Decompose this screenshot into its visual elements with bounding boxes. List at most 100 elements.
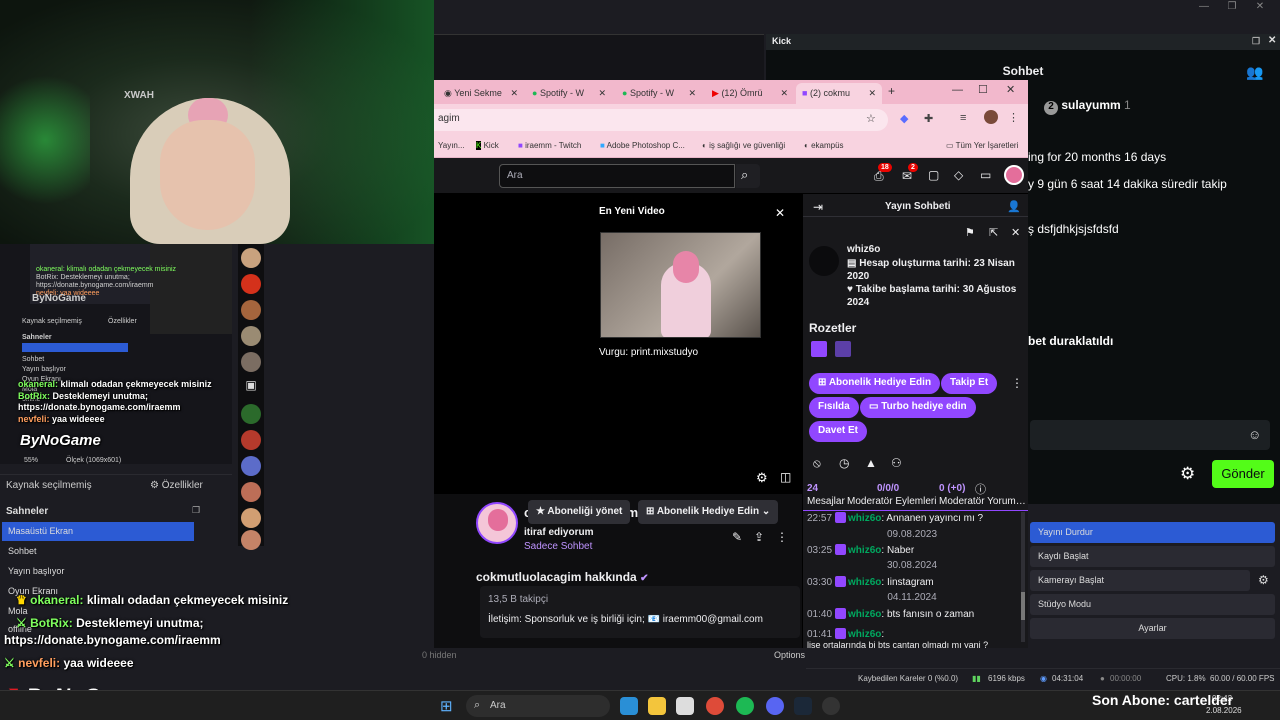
whisper-button[interactable]: Fısılda — [809, 397, 859, 418]
followed-avatar[interactable] — [241, 274, 261, 294]
more-icon[interactable]: ⋮ — [776, 530, 788, 544]
stream-category[interactable]: Sadece Sohbet — [524, 541, 592, 552]
minimize-icon[interactable]: — — [952, 84, 963, 96]
address-bar[interactable]: agim ☆ — [434, 109, 888, 131]
close-icon[interactable]: ✕ — [1268, 35, 1276, 46]
tab-spotify-2[interactable]: ● Spotify - W ✕ — [616, 83, 702, 104]
emoji-icon[interactable]: ☺ — [1248, 427, 1261, 442]
steam-icon[interactable] — [794, 697, 812, 715]
add-mod-icon[interactable]: ⚇ — [891, 456, 902, 470]
followed-avatar[interactable] — [241, 482, 261, 502]
kick-chat-input[interactable]: ☺ — [1030, 420, 1270, 450]
tab-messages[interactable]: Mesajlar — [807, 496, 845, 507]
bookmark-kick[interactable]: K Kick — [476, 141, 499, 150]
bookmark-yayin[interactable]: Yayın... — [438, 141, 465, 150]
options-button[interactable]: Options — [774, 650, 805, 660]
followed-avatar[interactable] — [241, 248, 261, 268]
maximize-icon[interactable]: ☐ — [978, 83, 988, 96]
discord-icon[interactable] — [766, 697, 784, 715]
highlight-title[interactable]: Vurgu: print.mixstudyo — [599, 347, 698, 358]
profile-avatar[interactable] — [984, 110, 998, 124]
tab-youtube[interactable]: ▶ (12) Ömrü ✕ — [706, 83, 794, 104]
start-recording-button[interactable]: Kaydı Başlat — [1030, 546, 1275, 567]
chat-scrollbar[interactable] — [1021, 512, 1025, 642]
studio-mode-button[interactable]: Stüdyo Modu — [1030, 594, 1275, 615]
menu-icon[interactable]: ⋮ — [1008, 111, 1019, 124]
store-icon[interactable] — [676, 697, 694, 715]
user-avatar[interactable] — [1004, 165, 1024, 185]
info-icon[interactable]: ⓘ — [975, 481, 986, 497]
theater-mode-icon[interactable]: ◫ — [780, 470, 791, 484]
maximize-icon[interactable]: ❐ — [1222, 1, 1242, 15]
kick-settings-icon[interactable]: ⚙ — [1180, 464, 1200, 484]
card-more-icon[interactable]: ⋮ — [1011, 376, 1023, 390]
float-icon[interactable]: ❐ — [1252, 36, 1260, 47]
scene-item-yayin-basliyor[interactable]: Yayın başlıyor — [2, 562, 194, 581]
bookmark-photoshop[interactable]: ■ Adobe Photoshop C... — [600, 141, 685, 150]
turbo-gift-button[interactable]: ▭ Turbo hediye edin — [860, 397, 976, 418]
card-gift-sub-button[interactable]: ⊞ Abonelik Hediye Edin — [809, 373, 941, 394]
start-camera-button[interactable]: Kamerayı Başlat — [1030, 570, 1250, 591]
bookmark-twitch[interactable]: ■ iraemm - Twitch — [518, 141, 581, 150]
tab-mod-actions[interactable]: Moderatör Eylemleri — [847, 496, 937, 507]
popout-icon[interactable]: ⇱ — [989, 226, 998, 239]
card-follow-button[interactable]: Takip Et — [941, 373, 998, 394]
star-icon[interactable]: ☆ — [866, 112, 876, 125]
prime-icon[interactable]: ▭ — [980, 168, 991, 182]
sub-badge-icon[interactable] — [835, 341, 851, 357]
message-user[interactable]: whiz6o — [848, 609, 881, 620]
scene-item-sohbet[interactable]: Sohbet — [2, 542, 194, 561]
tab-mod-comments[interactable]: Moderatör Yorumları — [939, 496, 1027, 507]
close-tab-icon[interactable]: ✕ — [598, 88, 606, 99]
puzzle-icon[interactable]: ✚ — [924, 112, 933, 125]
taskbar-search[interactable]: ⌕ Ara — [466, 695, 610, 717]
share-icon[interactable]: ⇪ — [754, 530, 764, 544]
latest-video-thumbnail[interactable] — [600, 232, 761, 338]
edit-icon[interactable]: ✎ — [732, 530, 742, 544]
crown-drop-icon[interactable]: ◇ — [954, 168, 963, 182]
invite-button[interactable]: Davet Et — [809, 421, 868, 442]
bookmark-all[interactable]: ▭ Tüm Yer İşaretleri — [946, 141, 1018, 150]
chat-users-icon[interactable]: 👤 — [1007, 200, 1021, 213]
followed-avatar[interactable] — [241, 300, 261, 320]
file-explorer-icon[interactable] — [648, 697, 666, 715]
followed-avatar[interactable] — [241, 430, 261, 450]
message-user[interactable]: whiz6o — [848, 629, 881, 640]
tab-spotify-1[interactable]: ● Spotify - W ✕ — [526, 83, 612, 104]
card-username[interactable]: whiz6o — [847, 244, 880, 255]
extension-icon[interactable]: ◆ — [900, 112, 908, 125]
close-tab-icon[interactable]: ✕ — [688, 88, 696, 99]
twitch-search-input[interactable]: Ara — [499, 164, 735, 188]
new-tab-icon[interactable]: + — [888, 84, 895, 98]
ban-icon[interactable]: ⦸ — [813, 456, 821, 471]
close-card-icon[interactable]: ✕ — [1011, 226, 1020, 239]
close-tab-icon[interactable]: ✕ — [780, 88, 788, 99]
camera-settings-icon[interactable]: ⚙ — [1258, 573, 1269, 587]
properties-button[interactable]: ⚙ Özellikler — [150, 480, 203, 491]
collapse-chat-icon[interactable]: ⇥ — [813, 200, 823, 214]
edge-icon[interactable] — [620, 697, 638, 715]
users-icon[interactable]: 👥 — [1246, 64, 1263, 81]
chrome-taskbar-icon[interactable] — [706, 697, 724, 715]
close-icon[interactable]: ✕ — [1250, 1, 1270, 15]
message-user[interactable]: whiz6o — [848, 513, 881, 524]
kick-send-button[interactable]: Gönder — [1212, 460, 1274, 488]
flag-icon[interactable]: ⚑ — [965, 226, 975, 239]
dock-float-icon[interactable]: ❐ — [192, 505, 200, 516]
settings-button[interactable]: Ayarlar — [1030, 618, 1275, 639]
gift-sub-button[interactable]: ⊞ Abonelik Hediye Edin ⌄ — [638, 500, 779, 524]
followed-avatar[interactable] — [241, 326, 261, 346]
close-tab-icon[interactable]: ✕ — [868, 88, 876, 99]
bookmark-isg[interactable]: ◐ iş sağlığı ve güvenliği — [702, 141, 785, 150]
close-icon[interactable]: ✕ — [1006, 83, 1015, 96]
message-user[interactable]: whiz6o — [848, 545, 881, 556]
tab-twitch[interactable]: ■ (2) cokmu ✕ — [796, 83, 882, 104]
obs-icon[interactable] — [822, 697, 840, 715]
followed-avatar[interactable] — [241, 456, 261, 476]
followed-avatar[interactable] — [241, 352, 261, 372]
video-camera-icon[interactable]: ▣ — [241, 378, 261, 398]
sub-badge-icon[interactable] — [811, 341, 827, 357]
tab-yeni-sekme[interactable]: ◉ Yeni Sekme ✕ — [438, 83, 524, 104]
close-tab-icon[interactable]: ✕ — [510, 88, 518, 99]
message-user[interactable]: whiz6o — [848, 577, 881, 588]
